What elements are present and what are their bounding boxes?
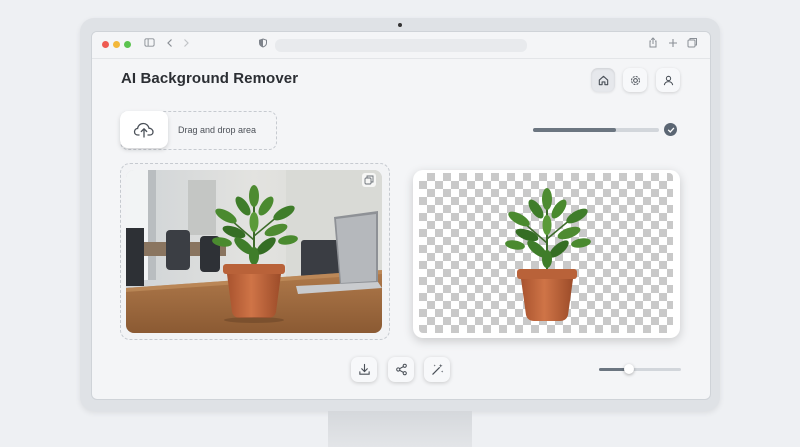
transparent-background [419, 173, 673, 333]
drag-and-drop-label: Drag and drop area [178, 125, 257, 135]
check-icon [664, 123, 677, 136]
forward-arrow-icon[interactable] [181, 37, 191, 53]
new-tab-icon[interactable] [668, 37, 678, 53]
cloud-upload-icon [133, 122, 154, 138]
gear-icon [630, 75, 640, 85]
original-image-panel[interactable] [120, 163, 390, 340]
processing-progress-bar [533, 128, 659, 132]
magic-enhance-button[interactable] [424, 357, 450, 382]
user-icon [663, 75, 673, 85]
browser-window: AI Background Remover Drag and drop area [91, 31, 711, 400]
copy-icon[interactable] [362, 173, 376, 187]
back-arrow-icon[interactable] [165, 37, 175, 53]
minimize-window-button[interactable] [113, 41, 120, 48]
slider-thumb[interactable] [624, 364, 635, 374]
tab-overview-icon[interactable] [687, 37, 698, 53]
plant-leaves-result [505, 188, 591, 273]
drag-and-drop-area[interactable]: Drag and drop area [120, 111, 277, 150]
share-icon [395, 363, 407, 376]
download-icon [358, 363, 370, 375]
result-image-panel[interactable] [413, 170, 680, 338]
settings-button[interactable] [623, 68, 647, 92]
browser-toolbar [92, 32, 710, 59]
upload-button[interactable] [120, 111, 168, 148]
pot-result [517, 269, 577, 321]
profile-button[interactable] [656, 68, 680, 92]
maximize-window-button[interactable] [124, 41, 131, 48]
home-icon [598, 75, 608, 85]
monitor-stand [328, 411, 472, 447]
sidebar-toggle-icon[interactable] [144, 37, 155, 53]
home-button[interactable] [591, 68, 615, 92]
original-photo [126, 170, 382, 333]
progress-fill [533, 128, 617, 132]
download-button[interactable] [351, 357, 377, 382]
magic-wand-icon [431, 363, 443, 375]
share-icon[interactable] [648, 37, 658, 53]
share-button[interactable] [388, 357, 414, 382]
page-title: AI Background Remover [121, 70, 299, 87]
close-window-button[interactable] [102, 41, 109, 48]
shield-icon[interactable] [258, 37, 268, 53]
webcam [398, 23, 402, 27]
zoom-slider[interactable] [599, 364, 681, 374]
address-bar[interactable] [275, 39, 527, 52]
